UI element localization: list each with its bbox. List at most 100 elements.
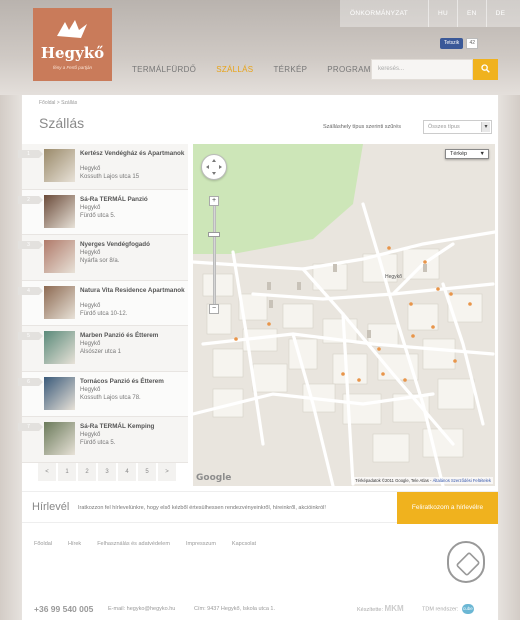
- footer-links: Főoldal Hírek Felhasználás és adatvédele…: [34, 541, 256, 547]
- facebook-like-button[interactable]: Tetszik: [440, 38, 464, 49]
- accommodation-street: Kossuth Lajos utca 78.: [80, 394, 141, 401]
- award-seal-icon: [447, 541, 485, 583]
- side-background-right: [498, 95, 520, 620]
- map-terms-link[interactable]: Általános Szerződési Feltételek: [433, 478, 491, 483]
- accommodation-thumbnail[interactable]: [44, 376, 75, 410]
- item-number: 6: [18, 377, 43, 386]
- map-view[interactable]: Hegykő Térkép ▼ + − Google Térképadatok …: [193, 144, 495, 486]
- page-1[interactable]: 1: [58, 463, 76, 481]
- footer-tdm: TDM rendszer: cube: [422, 604, 474, 614]
- accommodation-list: 1 Kertész Vendégház és Apartmanok Hegykő Ko…: [18, 144, 188, 463]
- filter-label: Szálláshely típus szerinti szűrés: [323, 124, 401, 130]
- utility-bar: ÖNKORMÁNYZAT HU EN DE: [340, 0, 520, 27]
- accommodation-town: Hegykő: [80, 386, 101, 393]
- page-title: Szállás: [39, 115, 85, 131]
- accommodation-street: Nyárfa sor 8/a.: [80, 258, 120, 264]
- map-pan-control[interactable]: [201, 154, 227, 180]
- accommodation-town: Hegykő: [80, 302, 101, 309]
- accommodation-street: Fürdő utca 10-12.: [80, 310, 128, 317]
- accommodation-thumbnail[interactable]: [44, 422, 75, 455]
- accommodation-title[interactable]: Sá-Ra TERMÁL Kemping: [80, 423, 185, 430]
- page-5[interactable]: 5: [138, 463, 156, 481]
- map-type-selector[interactable]: Térkép ▼: [445, 149, 489, 159]
- accommodation-town: Hegykő: [80, 166, 101, 172]
- footer-phone: +36 99 540 005: [34, 604, 94, 614]
- accommodation-item[interactable]: 2 Sá-Ra TERMÁL Panzió Hegykő Fürdő utca 5.: [18, 189, 188, 235]
- accommodation-town: Hegykő: [80, 341, 101, 347]
- accommodation-item[interactable]: 6 Tornácos Panzió és Étterem Hegykő Kossuth…: [18, 371, 188, 417]
- newsletter-title: Hírlevél: [32, 501, 70, 513]
- item-number: 1: [18, 150, 43, 158]
- accommodation-thumbnail[interactable]: [44, 240, 75, 273]
- search-input[interactable]: keresés...: [371, 59, 473, 80]
- site-logo[interactable]: Hegykő fény a Fertő partján: [33, 8, 112, 81]
- accommodation-title[interactable]: Natura Vita Residence Apartmanok: [80, 287, 185, 294]
- pagination: < 1 2 3 4 5 >: [38, 463, 176, 481]
- footer-link-home[interactable]: Főoldal: [34, 541, 52, 547]
- footer-link-contact[interactable]: Kapcsolat: [232, 541, 256, 547]
- type-filter-select[interactable]: Összes típus ▾: [423, 120, 492, 134]
- footer-made-by: Készítette: MKM: [357, 604, 404, 613]
- nav-szallas[interactable]: SZÁLLÁS: [216, 65, 253, 74]
- map-canvas: Hegykő: [193, 144, 495, 486]
- newsletter-subscribe-button[interactable]: Feliratkozom a hírlevélre: [397, 492, 498, 524]
- accommodation-item[interactable]: 1 Kertész Vendégház és Apartmanok Hegykő Ko…: [18, 144, 188, 190]
- like-count: 42: [466, 38, 479, 49]
- main-nav: TERMÁLFÜRDŐ SZÁLLÁS TÉRKÉP PROGRAMOK: [132, 65, 403, 74]
- newsletter-text: Iratkozzon fel hírlevelünkre, hogy első …: [78, 505, 326, 511]
- tdm-logo[interactable]: cube: [461, 604, 474, 614]
- map-attribution-text: Térképadatok ©2011 Google, Tele Atlas -: [355, 478, 432, 483]
- logo-name: Hegykő: [40, 44, 105, 62]
- accommodation-title[interactable]: Sá-Ra TERMÁL Panzió: [80, 196, 185, 203]
- accommodation-thumbnail[interactable]: [44, 194, 75, 228]
- footer-link-imprint[interactable]: Impresszum: [186, 541, 216, 547]
- accommodation-item[interactable]: 4 Natura Vita Residence Apartmanok Hegykő F…: [18, 280, 188, 326]
- accommodation-town: Hegykő: [80, 204, 101, 211]
- accommodation-title[interactable]: Marben Panzió és Étterem: [80, 332, 185, 339]
- footer-email[interactable]: E-mail: hegyko@hegyko.hu: [108, 606, 175, 612]
- search-button[interactable]: [473, 59, 498, 80]
- footer-link-news[interactable]: Hírek: [68, 541, 81, 547]
- lang-de[interactable]: DE: [487, 10, 515, 17]
- accommodation-item[interactable]: 3 Nyerges Vendégfogadó Hegykő Nyárfa sor 8/…: [18, 235, 188, 281]
- page-prev[interactable]: <: [38, 463, 56, 481]
- accommodation-street: Alsószer utca 1: [80, 349, 122, 355]
- accommodation-title[interactable]: Nyerges Vendégfogadó: [80, 241, 185, 248]
- page-4[interactable]: 4: [118, 463, 136, 481]
- accommodation-title[interactable]: Kertész Vendégház és Apartmanok: [80, 150, 185, 157]
- accommodation-town: Hegykő: [80, 432, 101, 438]
- map-attribution: Térképadatok ©2011 Google, Tele Atlas - …: [353, 477, 493, 484]
- page-3[interactable]: 3: [98, 463, 116, 481]
- lang-en[interactable]: EN: [458, 10, 486, 17]
- accommodation-item[interactable]: 7 Sá-Ra TERMÁL Kemping Hegykő Fürdő utca 5.: [18, 417, 188, 463]
- zoom-slider-track[interactable]: [213, 196, 216, 314]
- accommodation-street: Fürdő utca 5.: [80, 440, 116, 446]
- accommodation-title[interactable]: Tornácos Panzió és Étterem: [80, 378, 185, 385]
- accommodation-town: Hegykő: [80, 250, 101, 256]
- zoom-out-button[interactable]: −: [209, 304, 219, 314]
- accommodation-thumbnail[interactable]: [44, 149, 75, 182]
- accommodation-street: Fürdő utca 5.: [80, 212, 116, 219]
- map-type-label: Térkép: [450, 151, 468, 157]
- zoom-in-button[interactable]: +: [209, 196, 219, 206]
- accommodation-thumbnail[interactable]: [44, 285, 75, 319]
- accommodation-thumbnail[interactable]: [44, 331, 75, 364]
- item-number: 3: [18, 241, 43, 249]
- search-icon: [481, 64, 490, 75]
- made-by-label: Készítette:: [357, 607, 383, 613]
- page-next[interactable]: >: [158, 463, 176, 481]
- nav-terkep[interactable]: TÉRKÉP: [273, 65, 307, 74]
- item-number: 4: [18, 286, 43, 295]
- pan-arrows-icon: [204, 159, 224, 176]
- item-number: 7: [18, 423, 43, 431]
- maker-logo[interactable]: MKM: [385, 604, 404, 613]
- breadcrumb[interactable]: Főoldal > Szállás: [39, 100, 77, 106]
- footer-link-privacy[interactable]: Felhasználás és adatvédelem: [97, 541, 170, 547]
- footer-address: Cím: 9437 Hegykő, Iskola utca 1.: [194, 606, 276, 612]
- lang-hu[interactable]: HU: [429, 10, 457, 17]
- accommodation-item[interactable]: 5 Marben Panzió és Étterem Hegykő Alsószer …: [18, 326, 188, 372]
- municipality-link[interactable]: ÖNKORMÁNYZAT: [340, 10, 428, 17]
- zoom-slider-handle[interactable]: [208, 232, 220, 237]
- nav-termalfurdo[interactable]: TERMÁLFÜRDŐ: [132, 65, 196, 74]
- page-2[interactable]: 2: [78, 463, 96, 481]
